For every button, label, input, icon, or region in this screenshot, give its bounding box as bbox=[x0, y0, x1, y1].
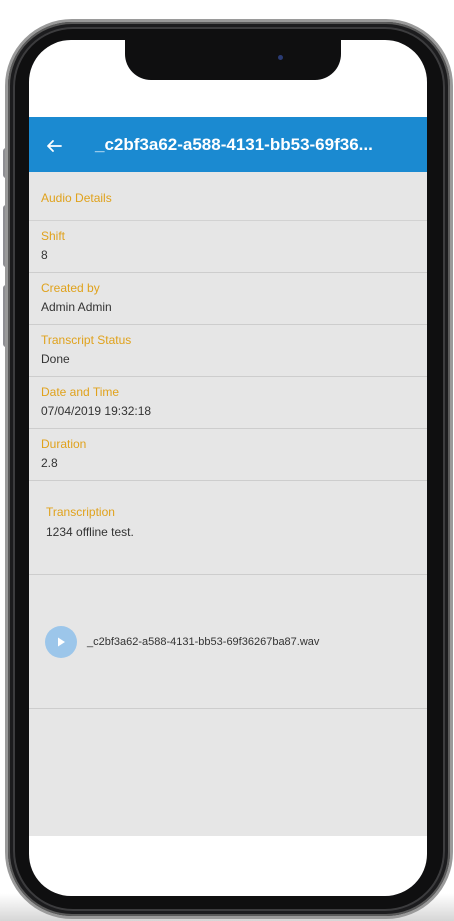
field-date-time: Date and Time 07/04/2019 19:32:18 bbox=[29, 377, 427, 429]
back-button[interactable] bbox=[29, 117, 79, 172]
audio-details-panel: Audio Details Shift 8 Created by Admin A… bbox=[29, 172, 427, 836]
transcription-label: Transcription bbox=[46, 505, 115, 519]
transcription-text: 1234 offline test. bbox=[46, 525, 134, 539]
arrow-left-icon bbox=[47, 140, 62, 153]
audio-filename: _c2bf3a62-a588-4131-bb53-69f36267ba87.wa… bbox=[87, 635, 320, 648]
page-title: _c2bf3a62-a588-4131-bb53-69f36... bbox=[95, 134, 373, 154]
field-duration: Duration 2.8 bbox=[29, 429, 427, 481]
field-value: Done bbox=[41, 352, 70, 366]
field-label: Date and Time bbox=[41, 385, 120, 399]
stage: _c2bf3a62-a588-4131-bb53-69f36... Audio … bbox=[0, 0, 454, 921]
field-value: 8 bbox=[41, 248, 48, 262]
audio-player-row: _c2bf3a62-a588-4131-bb53-69f36267ba87.wa… bbox=[29, 575, 427, 709]
transcription-block: Transcription 1234 offline test. bbox=[29, 481, 427, 575]
play-button[interactable] bbox=[45, 625, 77, 658]
field-label: Transcript Status bbox=[41, 333, 132, 347]
field-label: Duration bbox=[41, 437, 87, 451]
field-label: Shift bbox=[41, 229, 66, 243]
field-value: Admin Admin bbox=[41, 300, 112, 314]
field-label: Created by bbox=[41, 281, 100, 295]
section-title: Audio Details bbox=[29, 172, 427, 221]
front-camera-icon bbox=[278, 55, 283, 60]
field-transcript-status: Transcript Status Done bbox=[29, 325, 427, 377]
phone-screen: _c2bf3a62-a588-4131-bb53-69f36... Audio … bbox=[29, 40, 427, 896]
field-value: 2.8 bbox=[41, 456, 58, 470]
app-bar: _c2bf3a62-a588-4131-bb53-69f36... bbox=[29, 117, 427, 172]
notch bbox=[125, 40, 341, 80]
field-shift: Shift 8 bbox=[29, 221, 427, 273]
field-created-by: Created by Admin Admin bbox=[29, 273, 427, 325]
play-icon bbox=[58, 637, 65, 646]
field-value: 07/04/2019 19:32:18 bbox=[41, 404, 152, 418]
